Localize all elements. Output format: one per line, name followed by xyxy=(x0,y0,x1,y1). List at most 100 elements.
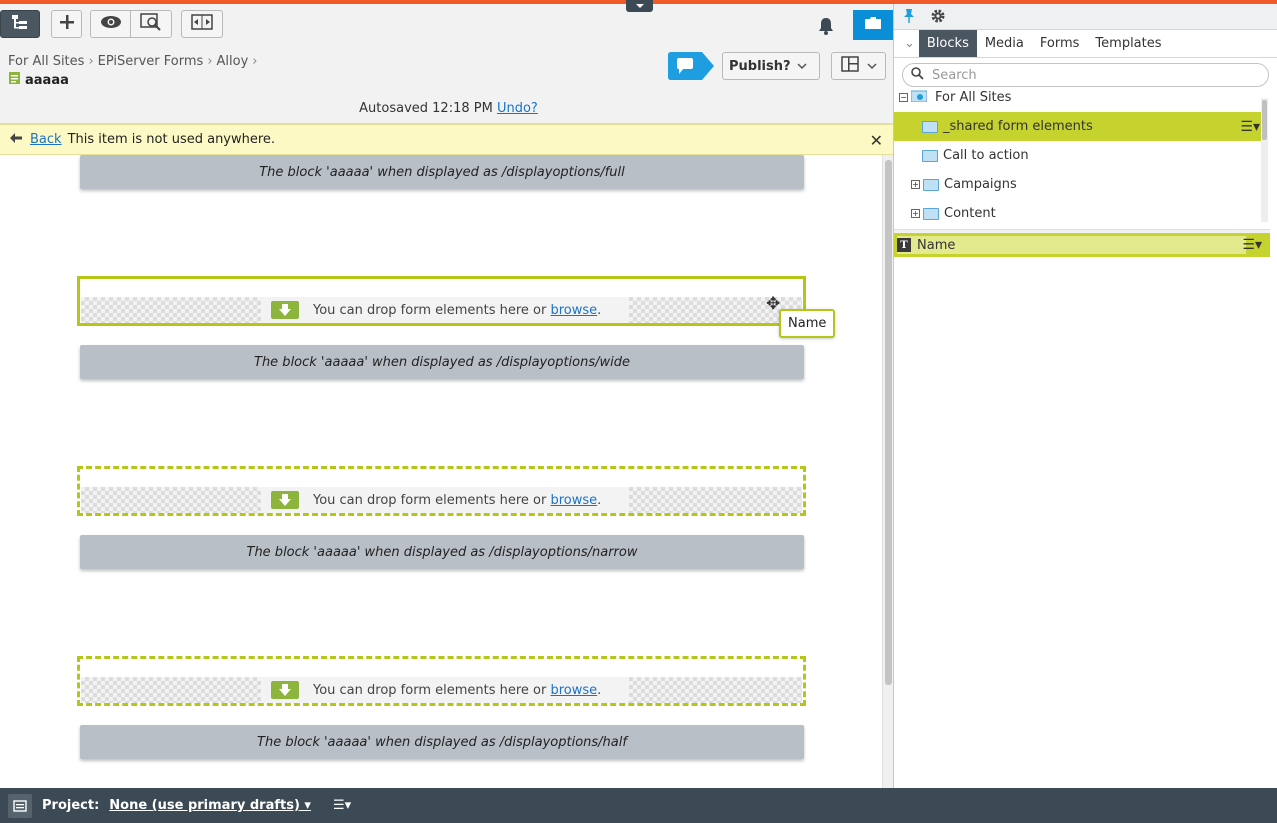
drop-zone-text: You can drop form elements here or xyxy=(313,492,547,508)
close-icon[interactable]: ✕ xyxy=(870,131,883,150)
block-preview-half[interactable]: The block 'aaaaa' when displayed as /dis… xyxy=(80,725,804,759)
tree-scrollbar[interactable] xyxy=(1261,98,1268,222)
drop-zone-hatch: You can drop form elements here or brows… xyxy=(81,677,802,703)
tab-forms[interactable]: Forms xyxy=(1032,30,1088,57)
context-menu-icon[interactable]: ☰▾ xyxy=(1242,237,1262,253)
tab-templates[interactable]: Templates xyxy=(1087,30,1169,57)
search-icon xyxy=(911,66,924,84)
block-tree: − For All Sites _shared form elements ☰▾… xyxy=(894,90,1268,228)
chevron-down-icon xyxy=(866,59,877,74)
drop-zone-suffix: . xyxy=(597,682,602,698)
comment-button[interactable] xyxy=(668,52,714,80)
context-menu-icon[interactable]: ☰▾ xyxy=(1240,119,1260,135)
folder-icon xyxy=(923,207,939,220)
folder-icon xyxy=(922,120,938,133)
publish-label: Publish? xyxy=(729,58,791,74)
page-tree-icon xyxy=(10,13,30,35)
scrollbar-thumb[interactable] xyxy=(885,160,892,685)
breadcrumb-item[interactable]: Alloy xyxy=(217,54,249,69)
tree-item-label: _shared form elements xyxy=(943,119,1093,134)
assets-pane-toggle-button[interactable] xyxy=(853,10,893,40)
expand-icon[interactable]: + xyxy=(911,180,920,189)
on-page-edit-area: The block 'aaaaa' when displayed as /dis… xyxy=(0,155,882,788)
notification-message: This item is not used anywhere. xyxy=(67,132,276,147)
browse-link[interactable]: browse xyxy=(551,683,598,698)
global-menu-toggle[interactable] xyxy=(626,0,653,12)
gear-icon[interactable] xyxy=(930,8,946,28)
view-settings-button[interactable] xyxy=(130,10,172,38)
chevron-down-icon xyxy=(797,59,807,74)
expand-icon[interactable]: + xyxy=(911,209,920,218)
globe-folder-icon xyxy=(910,90,928,106)
compare-button[interactable] xyxy=(181,10,223,38)
block-list-item-name[interactable]: T Name ☰▾ xyxy=(894,233,1270,257)
back-link[interactable]: Back xyxy=(30,132,62,147)
breadcrumb-item[interactable]: EPiServer Forms xyxy=(98,54,204,69)
project-menu-icon[interactable]: ☰▾ xyxy=(333,798,351,813)
block-preview-label: The block 'aaaaa' when displayed as /dis… xyxy=(259,164,625,180)
tree-item-content[interactable]: + Content xyxy=(894,199,1268,228)
editor-header: For All Sites › EPiServer Forms › Alloy › aaa… xyxy=(0,4,893,124)
text-field-icon: T xyxy=(897,238,911,252)
project-label: Project: xyxy=(42,798,100,813)
breadcrumb-item[interactable]: For All Sites xyxy=(8,54,84,69)
page-tree-toggle-button[interactable] xyxy=(0,10,40,38)
form-drop-zone[interactable]: You can drop form elements here or brows… xyxy=(77,276,806,326)
drop-zone-message: You can drop form elements here or brows… xyxy=(261,297,629,323)
block-preview-narrow[interactable]: The block 'aaaaa' when displayed as /dis… xyxy=(80,535,804,569)
publish-button[interactable]: Publish? xyxy=(722,52,820,80)
tree-item-label: Campaigns xyxy=(944,177,1017,192)
chevron-right-icon: › xyxy=(252,54,258,69)
preview-magnify-icon xyxy=(140,13,162,35)
tree-item-campaigns[interactable]: + Campaigns xyxy=(894,170,1268,199)
block-preview-full[interactable]: The block 'aaaaa' when displayed as /dis… xyxy=(80,155,804,189)
compare-icon xyxy=(191,14,213,34)
project-selector[interactable]: None (use primary drafts) ▾ xyxy=(109,798,311,813)
drop-zone-text: You can drop form elements here or xyxy=(313,302,547,318)
search-placeholder: Search xyxy=(932,67,977,83)
drop-zone-suffix: . xyxy=(597,492,602,508)
tree-item-call-to-action[interactable]: Call to action xyxy=(894,141,1268,170)
bell-icon[interactable] xyxy=(816,16,836,40)
editor-scrollbar[interactable] xyxy=(882,155,893,788)
tree-root-label: For All Sites xyxy=(935,90,1012,105)
notification-bar: Back This item is not used anywhere. ✕ xyxy=(0,124,893,155)
drag-tooltip: Name xyxy=(779,309,836,338)
drop-zone-message: You can drop form elements here or brows… xyxy=(261,677,629,703)
collapse-icon[interactable]: − xyxy=(899,93,908,102)
drop-zone-hatch: You can drop form elements here or brows… xyxy=(81,297,802,323)
search-input[interactable]: Search xyxy=(902,63,1269,87)
browse-link[interactable]: browse xyxy=(551,303,598,318)
block-preview-label: The block 'aaaaa' when displayed as /dis… xyxy=(254,354,630,370)
block-preview-label: The block 'aaaaa' when displayed as /dis… xyxy=(246,544,638,560)
autosave-status: Autosaved 12:18 PM Undo? xyxy=(0,101,897,116)
project-icon[interactable] xyxy=(8,793,32,818)
scrollbar-thumb[interactable] xyxy=(1262,100,1267,140)
preview-button[interactable] xyxy=(90,10,131,38)
drop-zone-suffix: . xyxy=(597,302,602,318)
plus-icon xyxy=(59,14,75,34)
form-drop-zone[interactable]: You can drop form elements here or brows… xyxy=(77,656,806,706)
form-drop-zone[interactable]: You can drop form elements here or brows… xyxy=(77,466,806,516)
drop-zone-message: You can drop form elements here or brows… xyxy=(261,487,629,513)
layout-toggle-button[interactable] xyxy=(831,52,886,80)
add-button[interactable] xyxy=(51,10,82,38)
drop-zone-hatch: You can drop form elements here or brows… xyxy=(81,487,802,513)
undo-link[interactable]: Undo? xyxy=(497,101,538,116)
browse-link[interactable]: browse xyxy=(551,493,598,508)
chevron-right-icon: › xyxy=(207,54,213,69)
block-preview-label: The block 'aaaaa' when displayed as /dis… xyxy=(257,734,627,750)
breadcrumb: For All Sites › EPiServer Forms › Alloy › xyxy=(8,54,261,69)
block-list-item-label: Name xyxy=(917,237,956,253)
pin-icon[interactable] xyxy=(902,8,916,28)
tab-blocks[interactable]: Blocks xyxy=(918,30,977,57)
tab-media[interactable]: Media xyxy=(977,30,1032,57)
tree-item-shared-form-elements[interactable]: _shared form elements ☰▾ xyxy=(894,112,1268,141)
arrow-down-icon xyxy=(271,301,299,319)
tree-item-label: Call to action xyxy=(943,148,1029,163)
tree-root[interactable]: − For All Sites xyxy=(894,90,1268,105)
tree-item-label: Content xyxy=(944,206,996,221)
folder-icon xyxy=(922,149,938,162)
chevron-down-icon[interactable]: ⌄ xyxy=(900,30,919,57)
block-preview-wide[interactable]: The block 'aaaaa' when displayed as /dis… xyxy=(80,345,804,379)
